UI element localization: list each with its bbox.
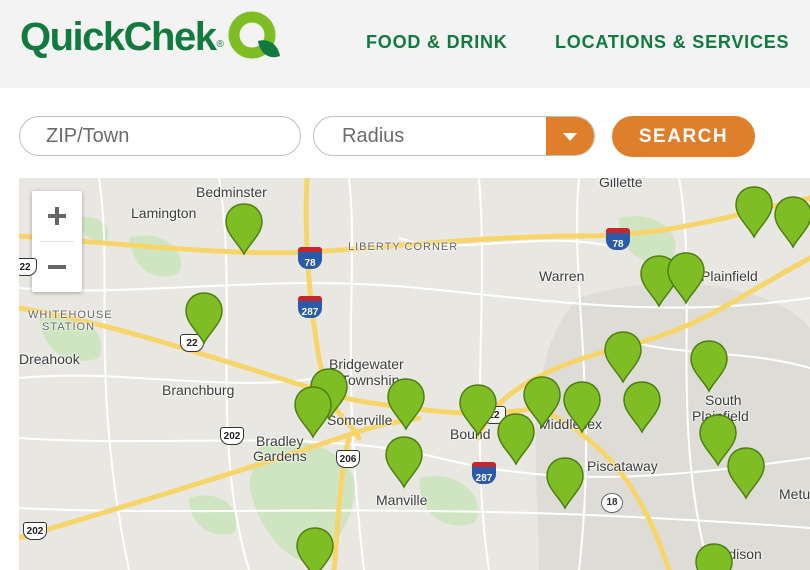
map-pin-icon [563, 381, 601, 434]
store-marker[interactable] [292, 385, 334, 439]
dropdown-arrow-icon[interactable] [546, 117, 594, 155]
map-label: STATION [42, 321, 96, 333]
store-marker[interactable] [294, 526, 336, 570]
map-pin-icon [695, 543, 733, 570]
store-marker[interactable] [621, 380, 663, 434]
zoom-out-button[interactable] [32, 242, 82, 292]
search-button[interactable]: SEARCH [612, 116, 755, 157]
plus-icon [48, 207, 66, 225]
map-label: Branchburg [162, 382, 235, 398]
radius-select[interactable]: Radius [313, 116, 595, 156]
store-locator-map[interactable]: Gillette Bedminster Lamington LIBERTY CO… [19, 178, 810, 570]
store-marker[interactable] [495, 412, 537, 466]
route-shield: 78 [606, 228, 630, 250]
store-marker[interactable] [223, 202, 265, 256]
route-shield: 78 [298, 247, 322, 269]
map-label: Warren [539, 268, 585, 284]
map-label: Manville [376, 492, 428, 508]
store-marker[interactable] [725, 446, 767, 500]
route-shield: 202 [220, 427, 244, 445]
store-marker[interactable] [544, 456, 586, 510]
route-shield: 202 [23, 522, 47, 540]
map-pin-icon [546, 457, 584, 510]
store-marker[interactable] [602, 330, 644, 384]
map-pin-icon [225, 203, 263, 256]
route-shield: 287 [298, 296, 322, 318]
store-marker[interactable] [772, 195, 810, 249]
map-label: Metu [779, 486, 810, 502]
store-marker[interactable] [733, 185, 775, 239]
radius-selected-value: Radius [342, 125, 405, 147]
zoom-in-button[interactable] [32, 191, 82, 241]
logo-wordmark: QuickChek [20, 14, 217, 59]
map-pin-icon [604, 331, 642, 384]
store-marker[interactable] [457, 383, 499, 437]
zoom-control [32, 191, 82, 292]
map-pin-icon [735, 186, 773, 239]
map-pin-icon [459, 384, 497, 437]
store-marker[interactable] [561, 380, 603, 434]
map-pin-icon [497, 413, 535, 466]
map-pin-icon [385, 436, 423, 489]
map-label: Piscataway [587, 458, 658, 474]
store-marker[interactable] [665, 251, 707, 305]
map-pin-icon [623, 381, 661, 434]
logo-registered-mark: ® [216, 38, 224, 50]
map-pin-icon [667, 252, 705, 305]
map-label: Lamington [131, 205, 197, 221]
map-label: Dreahook [19, 351, 80, 367]
zip-town-input[interactable] [19, 116, 301, 156]
map-pin-icon [294, 386, 332, 439]
map-label: Bedminster [196, 184, 267, 200]
nav-food-drink[interactable]: FOOD & DRINK [366, 32, 508, 53]
route-shield: 18 [601, 493, 623, 513]
nav-locations-services[interactable]: LOCATIONS & SERVICES [555, 32, 789, 53]
store-marker[interactable] [183, 291, 225, 345]
site-header: QuickChek ® FOOD & DRINK LOCATIONS & SER… [0, 0, 810, 88]
store-marker[interactable] [383, 435, 425, 489]
route-shield: 206 [336, 450, 360, 468]
map-label: Plainfield [701, 268, 758, 284]
map-label: Gillette [599, 178, 643, 190]
map-pin-icon [387, 378, 425, 431]
map-label: WHITEHOUSE [28, 309, 113, 321]
map-pin-icon [727, 447, 765, 500]
map-pin-icon [296, 527, 334, 570]
quickchek-logo[interactable]: QuickChek ® [20, 10, 282, 64]
map-label: LIBERTY CORNER [348, 241, 459, 253]
store-marker[interactable] [693, 542, 735, 570]
store-marker[interactable] [385, 377, 427, 431]
map-label: Gardens [253, 448, 307, 464]
store-marker[interactable] [688, 339, 730, 393]
route-shield: 22 [19, 258, 37, 276]
map-pin-icon [185, 292, 223, 345]
map-pin-icon [774, 196, 810, 249]
map-pin-icon [690, 340, 728, 393]
minus-icon [48, 265, 66, 269]
logo-q-leaf-icon [228, 11, 280, 59]
map-label: South [705, 392, 742, 408]
route-shield: 287 [472, 462, 496, 484]
